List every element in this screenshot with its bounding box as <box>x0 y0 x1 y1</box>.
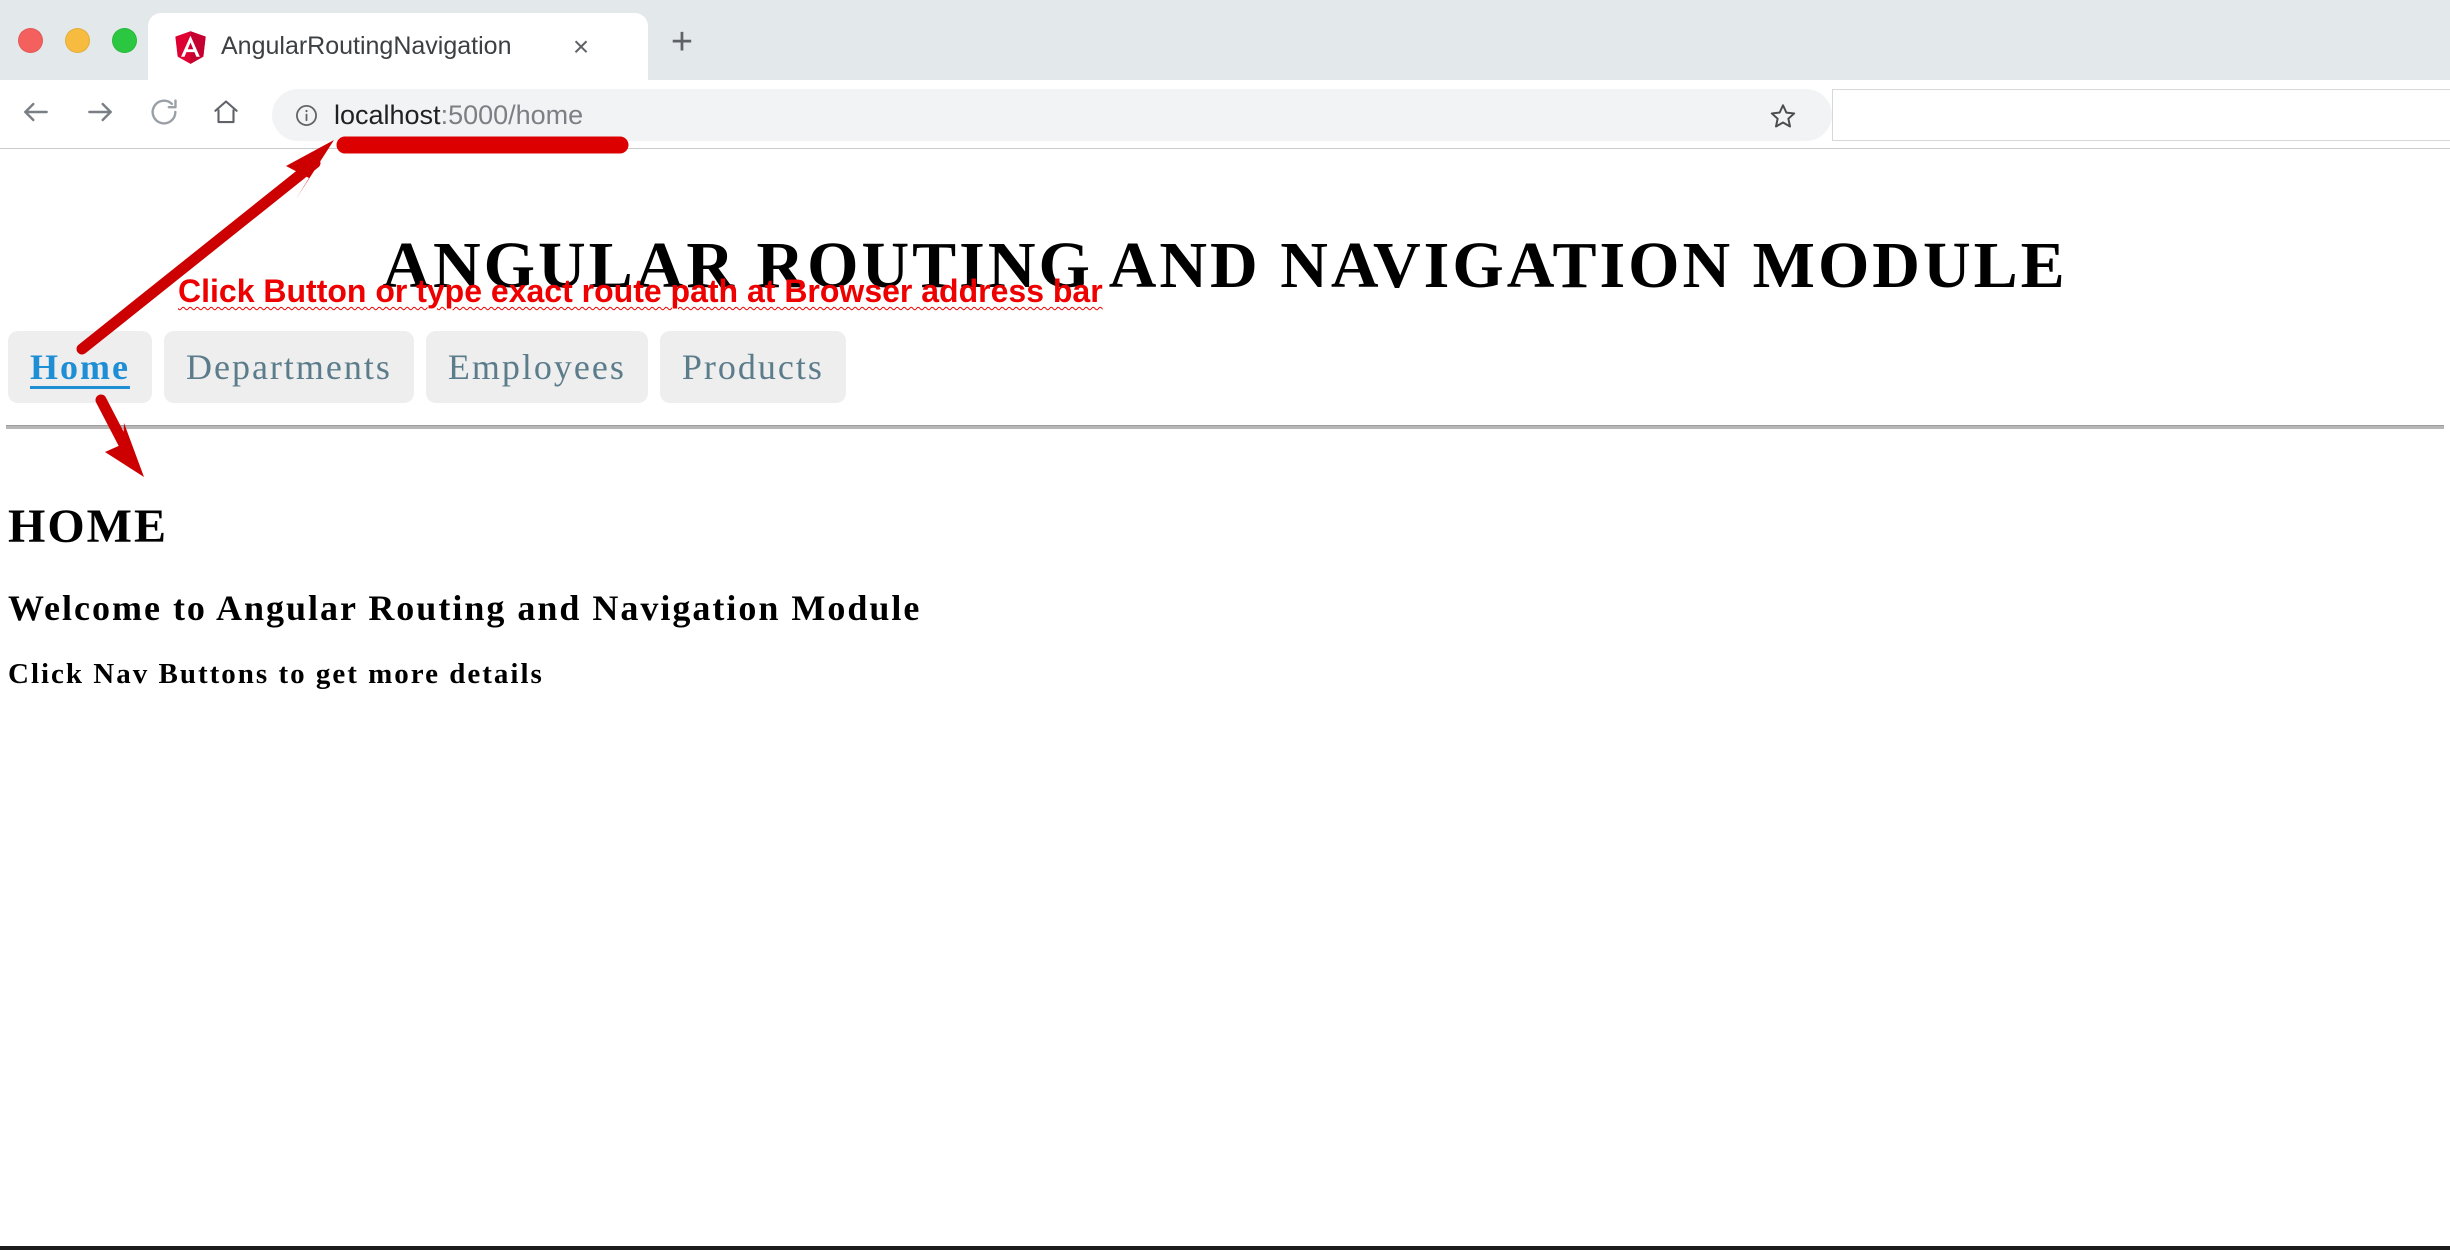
new-tab-button[interactable]: + <box>655 16 709 68</box>
window-controls <box>18 28 137 53</box>
toolbar-overflow-area <box>1832 89 2450 141</box>
home-icon <box>211 97 241 132</box>
horizontal-rule <box>6 425 2444 429</box>
tab-strip: AngularRoutingNavigation × + <box>0 0 2450 80</box>
browser-tab-title: AngularRoutingNavigation <box>221 13 511 80</box>
route-heading: HOME <box>8 499 168 554</box>
hint-message: Click Nav Buttons to get more details <box>8 658 544 691</box>
star-outline-icon[interactable] <box>1769 102 1797 130</box>
nav-link-departments[interactable]: Departments <box>186 346 392 388</box>
url-host: localhost <box>334 100 441 130</box>
nav-button-departments[interactable]: Departments <box>164 331 414 403</box>
browser-tab-angularroutingnavigation[interactable]: AngularRoutingNavigation × <box>148 13 648 80</box>
page-instruction-text: Click Button or type exact route path at… <box>178 273 1103 310</box>
nav-button-employees[interactable]: Employees <box>426 331 648 403</box>
browser-toolbar: localhost:5000/home <box>0 80 2450 148</box>
forward-button[interactable] <box>74 88 126 140</box>
info-circle-icon[interactable] <box>294 103 319 128</box>
home-button[interactable] <box>200 88 252 140</box>
nav-link-employees[interactable]: Employees <box>448 346 626 388</box>
nav-link-home[interactable]: Home <box>30 346 130 388</box>
back-button[interactable] <box>10 88 62 140</box>
nav-button-home[interactable]: Home <box>8 331 152 403</box>
reload-button[interactable] <box>138 88 190 140</box>
route-navigation-bar: Home Departments Employees Products <box>8 331 846 403</box>
window-minimize-button[interactable] <box>65 28 90 53</box>
address-bar[interactable]: localhost:5000/home <box>272 89 1832 141</box>
nav-button-products[interactable]: Products <box>660 331 846 403</box>
arrow-right-icon <box>84 96 116 133</box>
window-close-button[interactable] <box>18 28 43 53</box>
browser-window: AngularRoutingNavigation × + <box>0 0 2450 1250</box>
nav-link-products[interactable]: Products <box>682 346 824 388</box>
window-maximize-button[interactable] <box>112 28 137 53</box>
welcome-message: Welcome to Angular Routing and Navigatio… <box>8 587 921 629</box>
page-viewport: ANGULAR ROUTING AND NAVIGATION MODULE Cl… <box>0 149 2450 1246</box>
close-icon[interactable]: × <box>566 32 596 62</box>
reload-icon <box>148 96 180 133</box>
arrow-left-icon <box>20 96 52 133</box>
url-path: :5000/home <box>441 100 584 130</box>
angular-logo-icon <box>173 29 208 65</box>
url-text[interactable]: localhost:5000/home <box>334 89 583 141</box>
